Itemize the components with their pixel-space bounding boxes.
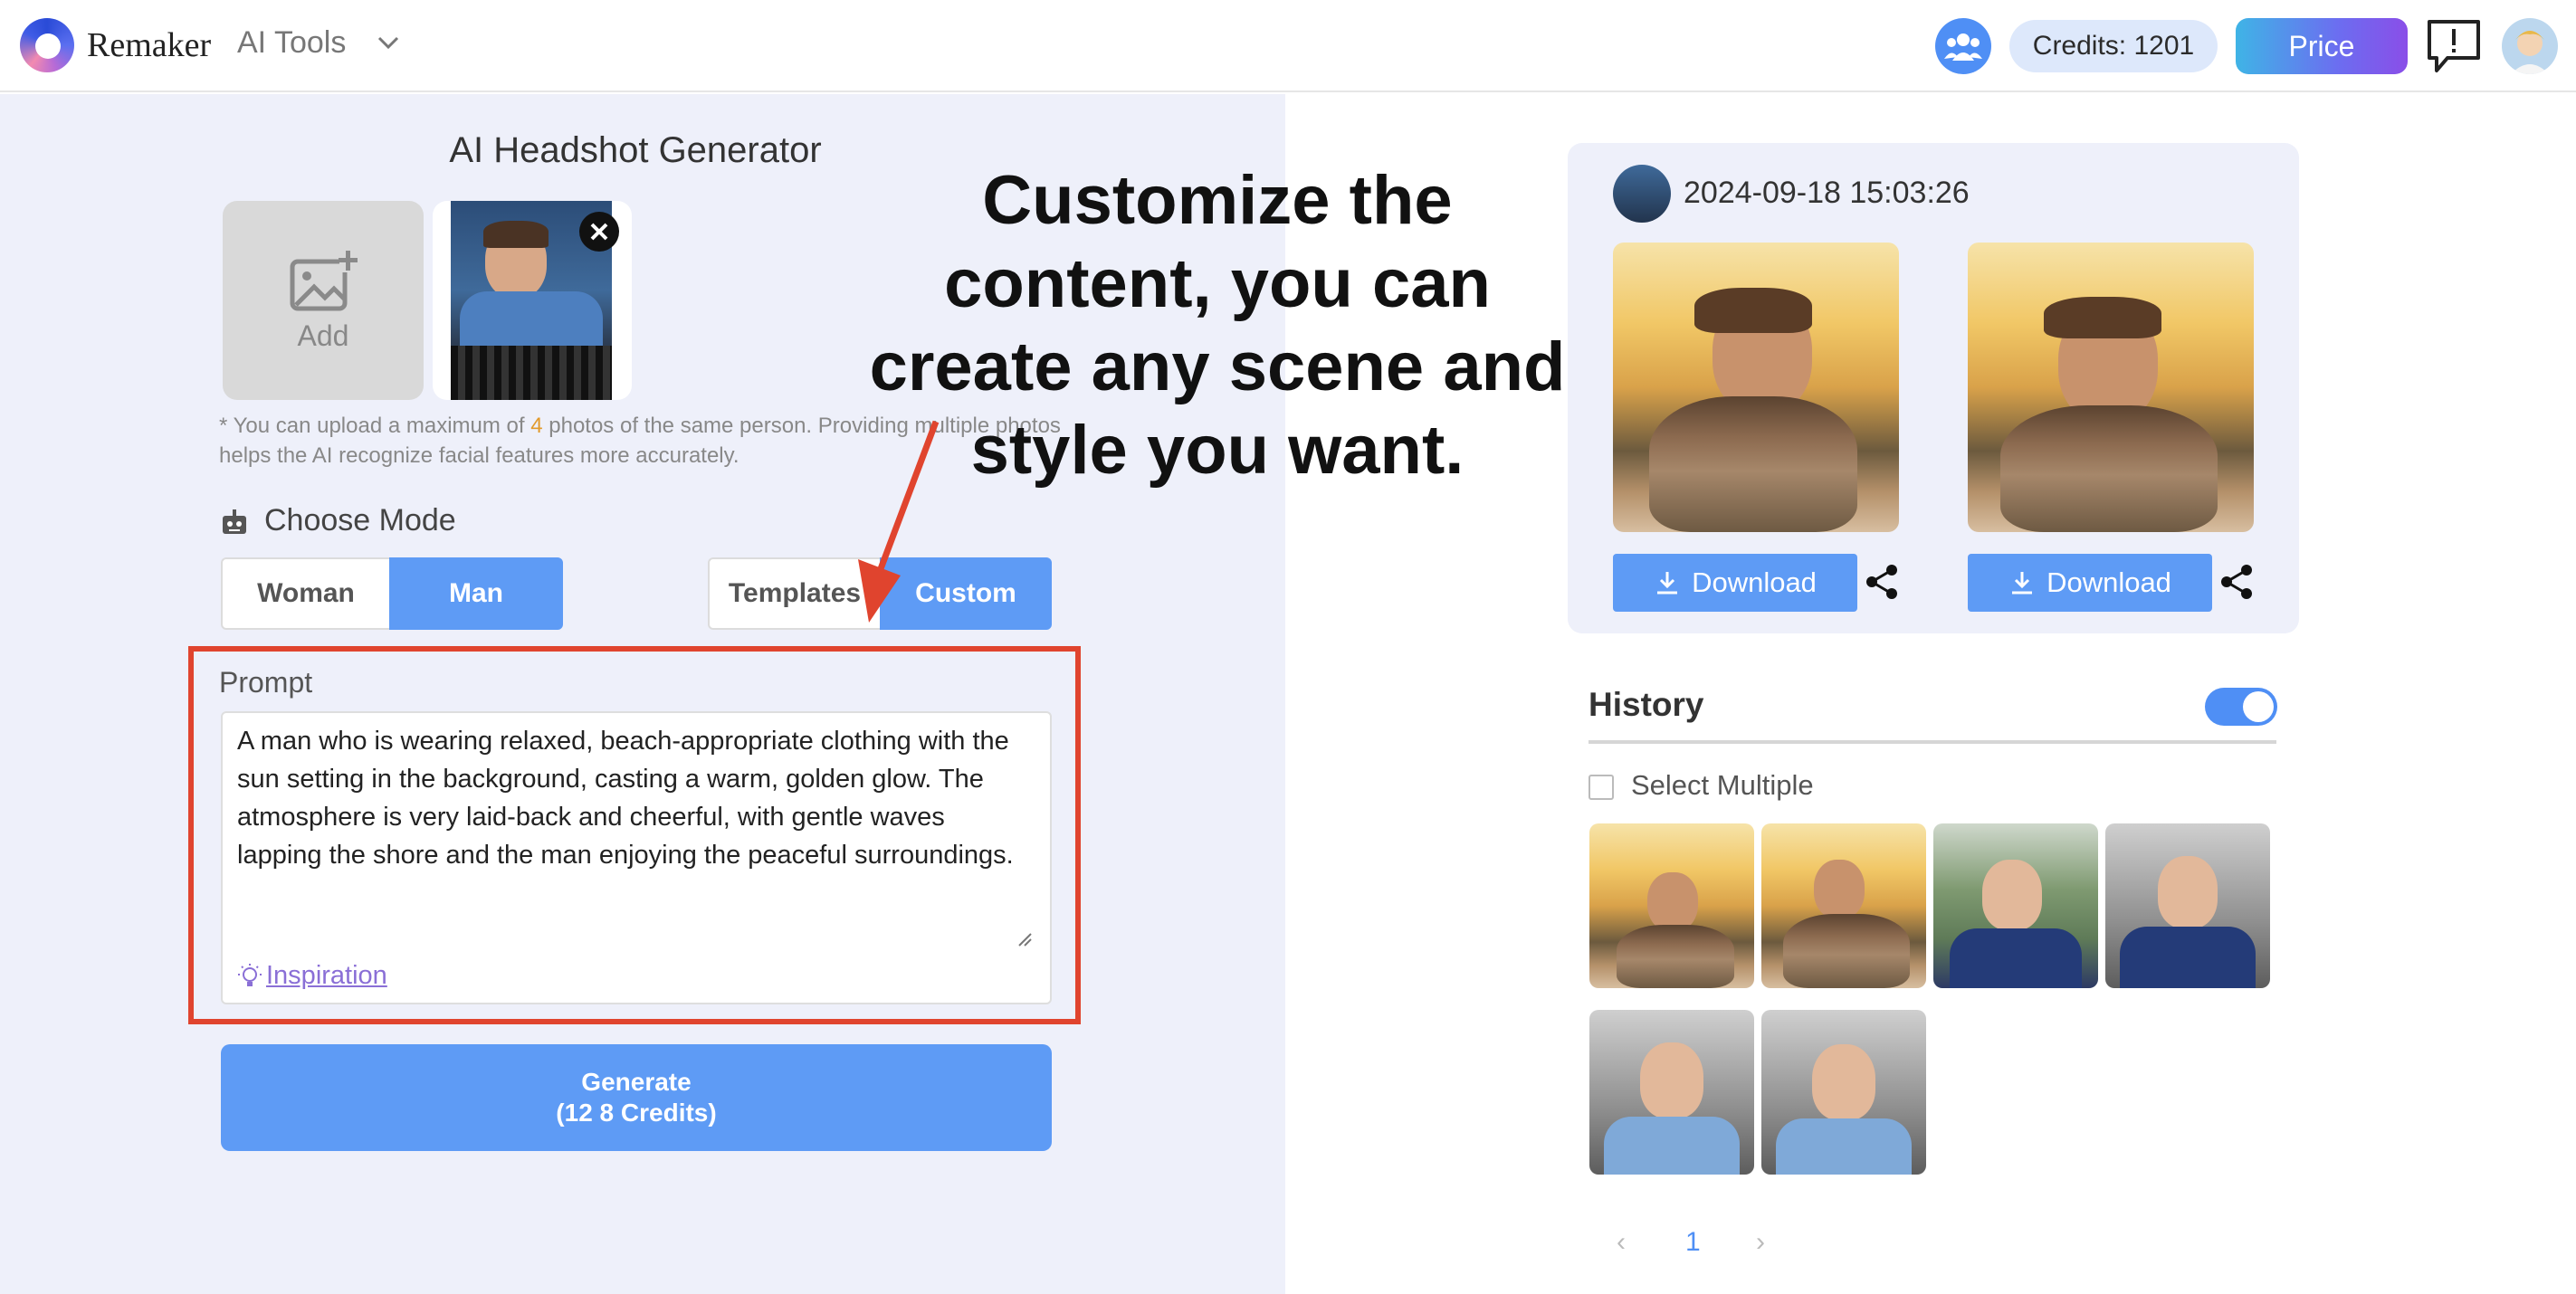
robot-icon bbox=[221, 509, 248, 536]
result-timestamp: 2024-09-18 15:03:26 bbox=[1684, 176, 1970, 210]
remaker-logo[interactable] bbox=[20, 18, 74, 72]
generate-credits: (12 8 Credits) bbox=[556, 1099, 717, 1127]
history-thumbnail[interactable] bbox=[1761, 1010, 1926, 1175]
mode-woman-button[interactable]: Woman bbox=[221, 557, 391, 630]
templates-tab[interactable]: Templates bbox=[708, 557, 882, 630]
share-icon[interactable] bbox=[2218, 563, 2256, 601]
download-label: Download bbox=[1692, 566, 1817, 598]
download-icon bbox=[1657, 572, 1678, 595]
choose-mode-title: Choose Mode bbox=[264, 503, 456, 538]
add-image-icon bbox=[290, 248, 358, 310]
inspiration-label: Inspiration bbox=[266, 961, 387, 990]
select-multiple-label[interactable]: Select Multiple bbox=[1631, 769, 1814, 802]
user-avatar[interactable] bbox=[2502, 18, 2558, 74]
download-button-2[interactable]: Download bbox=[1968, 554, 2212, 612]
inspiration-link[interactable]: Inspiration bbox=[237, 961, 387, 991]
prev-page-button[interactable]: ‹ bbox=[1617, 1227, 1626, 1258]
result-image-1[interactable] bbox=[1613, 243, 1899, 532]
page-number[interactable]: 1 bbox=[1685, 1227, 1701, 1258]
feedback-icon[interactable] bbox=[2426, 18, 2482, 74]
close-icon bbox=[590, 223, 608, 241]
history-thumbnail[interactable] bbox=[2105, 823, 2270, 988]
next-page-button[interactable]: › bbox=[1756, 1227, 1765, 1258]
custom-tab[interactable]: Custom bbox=[880, 557, 1052, 630]
result-image-2[interactable] bbox=[1968, 243, 2254, 532]
brand-name[interactable]: Remaker bbox=[87, 25, 211, 65]
ai-tools-menu[interactable]: AI Tools bbox=[237, 25, 346, 61]
history-thumbnail[interactable] bbox=[1761, 823, 1926, 988]
history-title: History bbox=[1589, 686, 1704, 723]
community-icon[interactable] bbox=[1935, 18, 1991, 74]
download-label: Download bbox=[2046, 566, 2171, 598]
download-icon bbox=[2012, 572, 2033, 595]
chevron-down-icon[interactable] bbox=[377, 29, 400, 63]
remove-photo-button[interactable] bbox=[579, 212, 619, 252]
add-photo-button[interactable]: Add bbox=[223, 201, 424, 400]
tutorial-caption: Customize the content, you can create an… bbox=[869, 162, 1566, 489]
select-multiple-checkbox[interactable] bbox=[1589, 775, 1614, 800]
credits-badge[interactable]: Credits: 1201 bbox=[2009, 20, 2218, 72]
price-button[interactable]: Price bbox=[2236, 18, 2408, 74]
top-navigation-bar: Remaker AI Tools Credits: 1201 Price bbox=[0, 0, 2576, 92]
history-thumbnail[interactable] bbox=[1589, 1010, 1754, 1175]
history-toggle[interactable] bbox=[2205, 688, 2277, 726]
upload-note-count: 4 bbox=[530, 414, 543, 438]
prompt-label: Prompt bbox=[219, 666, 313, 699]
prompt-text[interactable]: A man who is wearing relaxed, beach-appr… bbox=[237, 722, 1034, 874]
download-button-1[interactable]: Download bbox=[1613, 554, 1857, 612]
history-divider bbox=[1589, 740, 2276, 744]
result-avatar bbox=[1613, 165, 1671, 223]
upload-note-prefix: * You can upload a maximum of bbox=[219, 414, 531, 438]
resize-handle-icon[interactable] bbox=[1017, 932, 1032, 947]
mode-man-button[interactable]: Man bbox=[389, 557, 563, 630]
lightbulb-icon bbox=[238, 963, 262, 986]
share-icon[interactable] bbox=[1863, 563, 1901, 601]
generate-button[interactable]: Generate (12 8 Credits) bbox=[221, 1044, 1052, 1151]
generate-label: Generate bbox=[581, 1068, 692, 1096]
history-thumbnail[interactable] bbox=[1589, 823, 1754, 988]
history-thumbnail[interactable] bbox=[1933, 823, 2098, 988]
add-label: Add bbox=[297, 319, 349, 352]
